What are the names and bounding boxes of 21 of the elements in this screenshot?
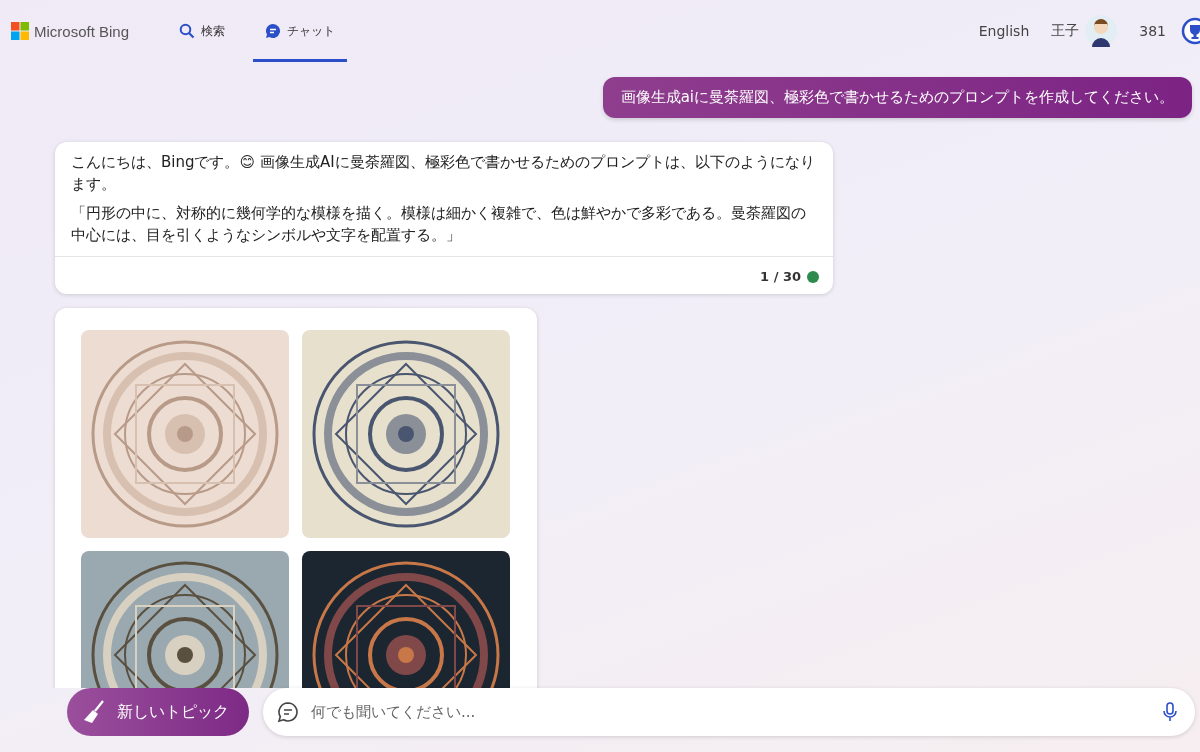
chat-bubble-icon	[277, 701, 299, 723]
broom-icon	[81, 699, 107, 725]
response-text: 「円形の中に、対称的に幾何学的な模様を描く。模様は細かく複雑で、色は鮮やかで多彩である。曼荼羅図の中心には、目を引くようなシンボルや文字を配置する。」	[71, 203, 807, 246]
turn-counter: 1 / 30	[760, 269, 801, 284]
nav-tab[interactable]: 検索	[167, 0, 238, 62]
avatar-icon[interactable]	[1085, 15, 1118, 47]
logo-icon	[11, 22, 29, 40]
user-message: 画像生成aiに曼荼羅図、極彩色で書かせるためのプロンプトを作成してください。	[602, 77, 1192, 118]
chat-bubble-icon	[265, 23, 282, 39]
response-text: こんにちは、Bingです。😊 画像生成AIに曼荼羅図、極彩色で書かせるためのプロンプトは、以下のようになります。	[71, 152, 816, 195]
language-link[interactable]: English	[978, 23, 1030, 39]
search-icon	[179, 23, 196, 39]
points-count: 381	[1139, 23, 1166, 39]
trophy-icon[interactable]	[1180, 16, 1200, 46]
logo-text: Microsoft Bing	[34, 22, 130, 40]
user-name[interactable]: 王子	[1051, 22, 1080, 40]
new-topic-button[interactable]: 新しいトピック	[67, 688, 249, 736]
status-dot-icon	[807, 270, 819, 283]
chat-input-box[interactable]: 何でも聞いてください...	[263, 688, 1195, 736]
nav-tab[interactable]: チャット	[253, 0, 348, 62]
chat-input-field[interactable]: 何でも聞いてください...	[309, 702, 1149, 722]
